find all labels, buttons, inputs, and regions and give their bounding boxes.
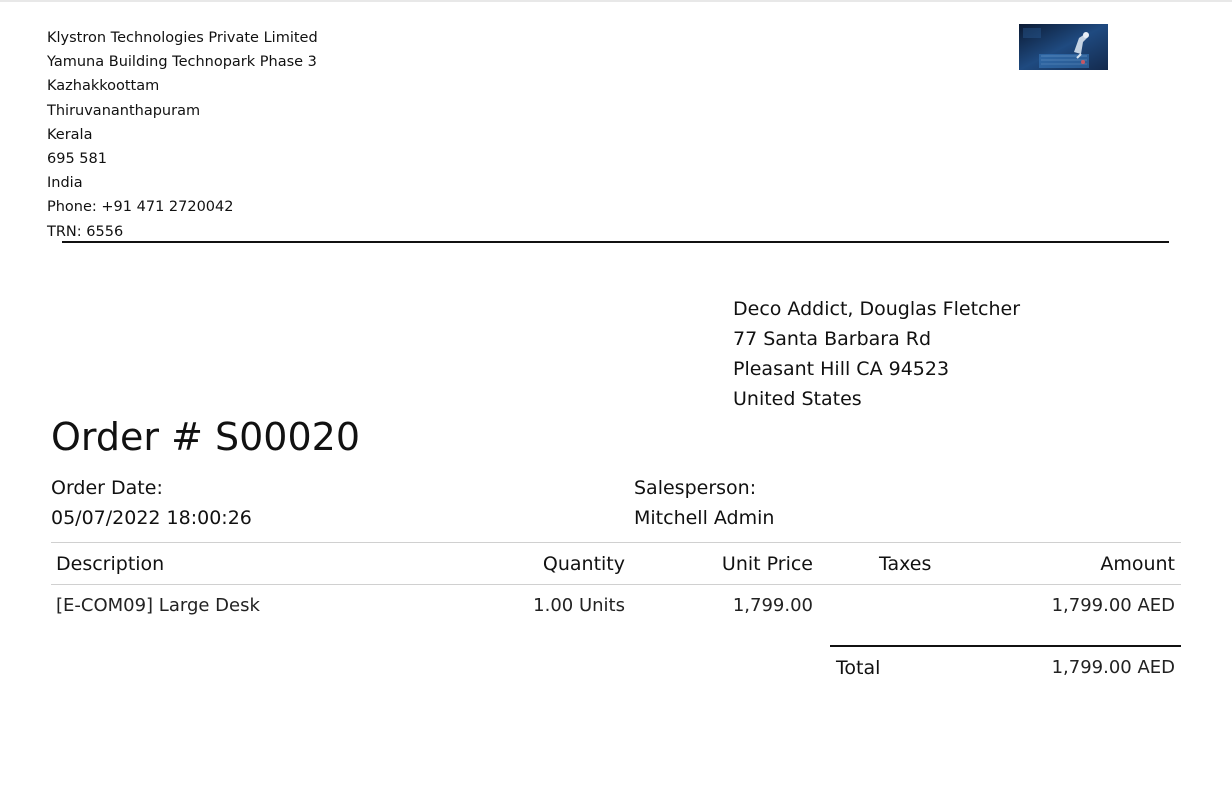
company-city: Thiruvananthapuram — [47, 102, 201, 119]
row-quantity: 1.00 Units — [533, 595, 625, 616]
order-date-value: 05/07/2022 18:00:26 — [51, 507, 252, 529]
company-logo-image — [1019, 24, 1108, 70]
page-top-border — [0, 0, 1232, 2]
company-phone: Phone: +91 471 2720042 — [47, 199, 234, 216]
row-unit-price: 1,799.00 — [732, 595, 813, 616]
company-address: Klystron Technologies Private Limited Ya… — [47, 26, 318, 244]
salesperson-label: Salesperson: — [634, 477, 757, 499]
total-label: Total — [836, 657, 881, 679]
total-divider — [830, 645, 1181, 647]
header-description: Description — [56, 553, 165, 575]
order-title: Order # S00020 — [51, 415, 360, 459]
header-quantity: Quantity — [542, 553, 625, 575]
total-value: 1,799.00 AED — [1051, 657, 1175, 678]
company-zip: 695 581 — [47, 151, 107, 168]
company-street: Yamuna Building Technopark Phase 3 — [47, 54, 317, 71]
company-name: Klystron Technologies Private Limited — [47, 30, 318, 46]
header-amount: Amount — [1100, 553, 1175, 575]
header-unit-price: Unit Price — [721, 553, 813, 575]
table-header-divider — [51, 584, 1181, 585]
header-divider — [62, 241, 1169, 243]
salesperson-value: Mitchell Admin — [634, 507, 775, 529]
row-description: [E-COM09] Large Desk — [56, 595, 260, 616]
quotation-page: Klystron Technologies Private Limited Ya… — [0, 0, 1232, 811]
header-taxes: Taxes — [879, 553, 932, 575]
table-top-divider — [51, 542, 1181, 543]
customer-city: Pleasant Hill CA 94523 — [733, 358, 950, 380]
customer-street: 77 Santa Barbara Rd — [733, 328, 932, 350]
customer-address: Deco Addict, Douglas Fletcher 77 Santa B… — [733, 294, 1020, 414]
company-locality: Kazhakkoottam — [47, 78, 160, 95]
company-state: Kerala — [47, 126, 93, 143]
customer-name: Deco Addict, Douglas Fletcher — [733, 298, 1021, 320]
row-amount: 1,799.00 AED — [1051, 595, 1175, 616]
company-country: India — [47, 175, 83, 192]
customer-country: United States — [733, 388, 862, 410]
order-date-label: Order Date: — [51, 477, 163, 499]
